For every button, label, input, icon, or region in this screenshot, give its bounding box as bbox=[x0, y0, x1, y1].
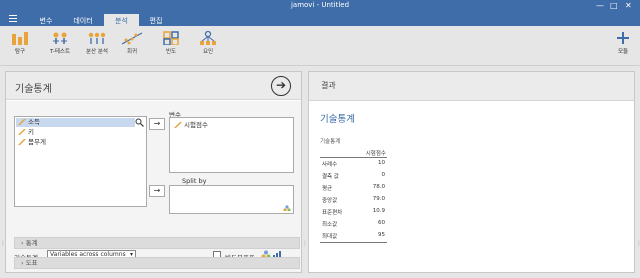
ribbon-frequencies-button[interactable]: 빈도 bbox=[156, 31, 186, 63]
split-by-box[interactable] bbox=[169, 185, 294, 214]
available-variables-list[interactable]: 소득 키 몸무게 bbox=[14, 116, 147, 207]
ribbon-ttest-label: T-테스트 bbox=[49, 49, 71, 55]
row-value: 60 bbox=[378, 220, 385, 226]
variable-label: 시험점수 bbox=[184, 121, 208, 129]
ribbon-anova-label: 분산 분석 bbox=[86, 49, 108, 55]
ribbon-ttest-button[interactable]: T-테스트 bbox=[43, 31, 77, 63]
results-title[interactable]: 기술통계 bbox=[320, 111, 355, 125]
search-icon[interactable] bbox=[135, 118, 144, 127]
tab-variables[interactable]: 변수 bbox=[31, 14, 61, 26]
t-test-icon bbox=[53, 32, 67, 44]
table-row: 표준편차 10.9 bbox=[320, 208, 387, 217]
close-button[interactable]: ✕ bbox=[625, 1, 632, 10]
variable-label: 몸무게 bbox=[28, 138, 46, 146]
analysis-panel-header: 기술통계 ➔ bbox=[6, 72, 301, 100]
row-label: 최소값 bbox=[322, 222, 338, 228]
row-label: 최대값 bbox=[322, 234, 338, 240]
ribbon-anova-button[interactable]: 분산 분석 bbox=[80, 31, 114, 63]
row-value: 78.0 bbox=[372, 184, 385, 190]
ribbon-frequencies-label: 빈도 bbox=[165, 49, 177, 55]
table-column-header: 시험점수 bbox=[365, 151, 386, 157]
chevron-right-icon: › bbox=[21, 239, 24, 247]
ribbon-exploration-button[interactable]: 탐구 bbox=[5, 31, 35, 63]
variable-label: 소득 bbox=[28, 118, 40, 126]
row-value: 10 bbox=[378, 160, 385, 166]
ribbon-regression-button[interactable]: 회귀 bbox=[117, 31, 147, 63]
tab-edit[interactable]: 편집 bbox=[141, 14, 171, 26]
ribbon-regression-label: 회귀 bbox=[126, 49, 138, 55]
ribbon-modules-button[interactable]: 모듈 bbox=[610, 31, 636, 63]
results-table-caption: 기술통계 bbox=[320, 139, 341, 145]
table-row: 최대값 95 bbox=[320, 232, 387, 241]
analysis-ribbon: 탐구 T-테스트 분산 분석 회귀 빈도 요인 모듈 bbox=[0, 26, 640, 66]
minimize-button[interactable]: — bbox=[596, 1, 604, 10]
row-value: 79.0 bbox=[372, 196, 385, 202]
variable-item-height[interactable]: 키 bbox=[16, 128, 135, 137]
variable-label: 키 bbox=[28, 128, 34, 136]
chevron-right-icon: › bbox=[21, 259, 24, 267]
variable-item-income[interactable]: 소득 bbox=[16, 118, 135, 127]
section-label: 도표 bbox=[25, 259, 38, 267]
results-panel: 결과 기술통계 기술통계 시험점수 사례수 10 결측 값 0 평균 78.0 … bbox=[308, 71, 635, 273]
frequencies-icon bbox=[163, 31, 179, 45]
tab-data[interactable]: 데이터 bbox=[65, 14, 101, 26]
nominal-variable-icon bbox=[283, 205, 291, 211]
hamburger-menu-icon[interactable] bbox=[9, 15, 17, 22]
row-label: 사례수 bbox=[322, 162, 338, 168]
analysis-panel-title: 기술통계 bbox=[15, 84, 52, 95]
table-row: 중앙값 79.0 bbox=[320, 196, 387, 205]
right-resize-handle[interactable]: ⋮ bbox=[636, 240, 640, 250]
maximize-button[interactable]: □ bbox=[610, 1, 618, 10]
row-label: 평균 bbox=[322, 186, 333, 192]
ruler-icon bbox=[18, 119, 26, 125]
table-rule bbox=[320, 242, 387, 243]
section-label: 통계 bbox=[25, 239, 38, 247]
table-row: 결측 값 0 bbox=[320, 172, 387, 181]
table-row: 최소값 60 bbox=[320, 220, 387, 229]
menu-bar: 변수 데이터 분석 편집 bbox=[0, 12, 640, 26]
results-header: 결과 bbox=[309, 72, 634, 101]
row-value: 95 bbox=[378, 232, 385, 238]
plus-icon bbox=[617, 32, 629, 44]
ribbon-exploration-label: 탐구 bbox=[14, 49, 26, 55]
bar-chart-icon bbox=[12, 32, 28, 45]
row-label: 표준편차 bbox=[322, 210, 343, 216]
table-row: 평균 78.0 bbox=[320, 184, 387, 193]
ribbon-factor-button[interactable]: 요인 bbox=[193, 31, 223, 63]
row-value: 0 bbox=[381, 172, 386, 178]
selected-variables-box[interactable]: 시험점수 bbox=[169, 117, 294, 173]
table-row: 사례수 10 bbox=[320, 160, 387, 169]
window-title: jamovi - Untitled bbox=[290, 1, 350, 9]
ruler-icon bbox=[174, 122, 182, 128]
row-label: 중앙값 bbox=[322, 198, 338, 204]
tab-analyses[interactable]: 분석 bbox=[104, 14, 139, 26]
close-options-arrow-icon[interactable]: ➔ bbox=[271, 76, 291, 96]
factor-icon bbox=[200, 31, 216, 45]
ruler-icon bbox=[18, 129, 26, 135]
plots-section-header[interactable]: › 도표 bbox=[14, 257, 300, 269]
variable-item-weight[interactable]: 몸무게 bbox=[16, 138, 135, 147]
move-to-variables-button[interactable]: → bbox=[149, 118, 165, 130]
anova-icon bbox=[88, 32, 106, 44]
row-value: 10.9 bbox=[372, 208, 385, 214]
ruler-icon bbox=[18, 139, 26, 145]
analysis-options-panel: 기술통계 ➔ 소득 키 몸무게 → 변수 시험점수 → Split by Var… bbox=[5, 71, 302, 273]
regression-icon bbox=[121, 32, 143, 45]
ribbon-factor-label: 요인 bbox=[202, 49, 214, 55]
left-resize-handle[interactable]: ⋮ bbox=[0, 240, 6, 250]
row-label: 결측 값 bbox=[322, 174, 339, 180]
results-header-title: 결과 bbox=[321, 81, 336, 90]
split-by-label: Split by bbox=[182, 177, 207, 185]
table-rule bbox=[320, 157, 387, 158]
move-to-split-by-button[interactable]: → bbox=[149, 185, 165, 197]
statistics-section-header[interactable]: › 통계 bbox=[14, 237, 300, 249]
title-bar: jamovi - Untitled — □ ✕ bbox=[0, 0, 640, 12]
selected-variable-item[interactable]: 시험점수 bbox=[172, 121, 208, 130]
ribbon-modules-label: 모듈 bbox=[617, 49, 629, 55]
